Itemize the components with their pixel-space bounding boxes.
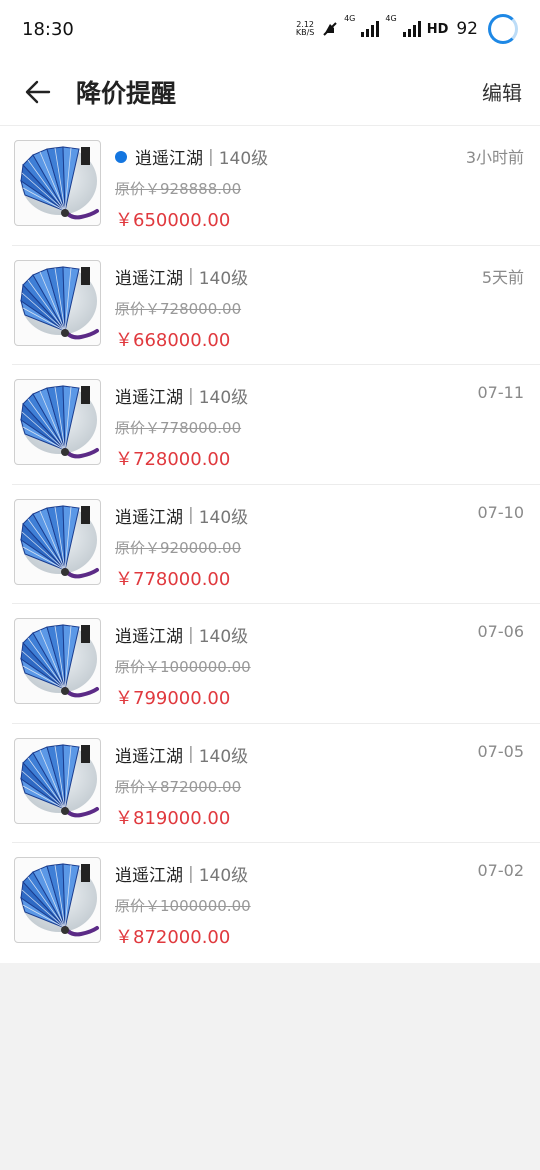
item-name: 逍遥江湖	[115, 388, 183, 408]
item-separator: |	[188, 624, 194, 645]
status-bar: 18:30 2.12 KB/S 4G 4G HD 92	[0, 0, 540, 58]
page-title: 降价提醒	[76, 78, 177, 108]
item-thumbnail	[14, 498, 101, 585]
item-name: 逍遥江湖	[115, 746, 183, 767]
item-level: 140级	[198, 746, 249, 767]
fan-weapon-image	[20, 385, 99, 459]
item-title-row: 逍遥江湖 | 140级	[115, 503, 248, 528]
item-time: 07-06	[477, 622, 525, 641]
item-level: 140级	[198, 268, 249, 289]
item-thumbnail	[14, 737, 101, 824]
item-current-price: ￥872000.00	[115, 927, 231, 948]
fan-weapon-image	[20, 743, 99, 817]
item-name: 逍遥江湖	[135, 149, 203, 169]
item-thumbnail	[14, 379, 101, 465]
list-item[interactable]: 逍遥江湖 | 140级 07-11 原价￥778000.00 ￥728000.0…	[12, 365, 540, 485]
item-current-price: ￥668000.00	[115, 329, 231, 351]
list-item[interactable]: 逍遥江湖 | 140级 07-05 原价￥872000.00 ￥819000.0…	[12, 724, 540, 843]
item-original-price: 原价￥1000000.00	[115, 658, 251, 676]
fan-weapon-image	[20, 863, 99, 937]
item-level: 140级	[198, 627, 249, 647]
item-title-row: 逍遥江湖 | 140级	[115, 383, 249, 409]
signal-icon	[402, 21, 421, 37]
fan-weapon-image	[20, 265, 99, 339]
item-current-price: ￥778000.00	[115, 568, 231, 590]
battery-level: 92	[456, 19, 478, 39]
signal-icon	[361, 21, 380, 37]
item-separator: |	[188, 744, 194, 764]
back-button[interactable]	[8, 62, 68, 122]
list-item[interactable]: 逍遥江湖 | 140级 3小时前 原价￥928888.00 ￥650000.00	[12, 126, 540, 246]
fan-weapon-image	[20, 624, 99, 698]
item-original-price: 原价￥728000.00	[115, 299, 242, 318]
mute-icon	[323, 22, 337, 36]
network-speed-unit: KB/S	[295, 28, 315, 37]
item-name: 逍遥江湖	[115, 627, 183, 647]
item-original-price: 原价￥928888.00	[115, 180, 242, 198]
status-time: 18:30	[22, 18, 74, 40]
item-title-row: 逍遥江湖 | 140级	[115, 622, 249, 648]
item-time: 07-11	[477, 383, 525, 402]
list-item[interactable]: 逍遥江湖 | 140级 07-06 原价￥1000000.00 ￥799000.…	[12, 604, 540, 724]
battery-ring-icon	[488, 14, 518, 44]
network-speed: 2.12 KB/S	[294, 21, 316, 37]
item-separator: |	[188, 505, 194, 525]
list-item[interactable]: 逍遥江湖 | 140级 07-10 原价￥920000.00 ￥778000.0…	[12, 485, 540, 604]
item-thumbnail	[14, 618, 101, 704]
item-separator: |	[208, 146, 214, 167]
item-original-price: 原价￥872000.00	[115, 777, 242, 796]
item-time: 07-02	[477, 861, 525, 880]
app-header: 降价提醒 编辑	[0, 58, 540, 126]
item-time: 07-10	[477, 502, 525, 522]
item-title-row: 逍遥江湖 | 140级	[115, 264, 248, 289]
item-current-price: ￥728000.00	[115, 449, 231, 470]
item-separator: |	[188, 266, 194, 286]
item-level: 140级	[198, 388, 249, 408]
item-thumbnail	[14, 259, 101, 346]
item-current-price: ￥799000.00	[115, 688, 231, 709]
item-thumbnail	[14, 140, 101, 226]
item-title-row: 逍遥江湖 | 140级	[115, 144, 268, 169]
unread-dot	[115, 150, 127, 163]
item-time: 3小时前	[465, 148, 524, 167]
item-name: 逍遥江湖	[115, 866, 183, 886]
item-level: 140级	[218, 149, 269, 169]
fan-weapon-image	[20, 504, 99, 578]
item-current-price: ￥819000.00	[115, 807, 231, 829]
item-title-row: 逍遥江湖 | 140级	[115, 861, 249, 887]
item-time: 07-05	[477, 741, 525, 761]
item-time: 5天前	[481, 267, 524, 287]
hd-badge: HD	[426, 21, 449, 37]
item-separator: |	[188, 385, 194, 406]
item-original-price: 原价￥778000.00	[115, 419, 242, 437]
item-level: 140级	[198, 507, 249, 528]
price-alert-list: 逍遥江湖 | 140级 3小时前 原价￥928888.00 ￥650000.00	[0, 126, 540, 963]
item-name: 逍遥江湖	[115, 507, 183, 528]
arrow-left-icon	[25, 80, 51, 103]
network-type-label-2: 4G	[385, 14, 397, 23]
network-type-label-1: 4G	[344, 14, 356, 23]
edit-button[interactable]: 编辑	[482, 77, 522, 106]
item-original-price: 原价￥1000000.00	[115, 897, 251, 915]
status-icons: 2.12 KB/S 4G 4G HD 92	[294, 14, 518, 44]
item-separator: |	[188, 863, 194, 884]
fan-weapon-image	[20, 146, 99, 220]
item-current-price: ￥650000.00	[115, 210, 231, 231]
list-item[interactable]: 逍遥江湖 | 140级 07-02 原价￥1000000.00 ￥872000.…	[12, 843, 540, 963]
item-original-price: 原价￥920000.00	[115, 538, 242, 557]
item-level: 140级	[198, 866, 249, 886]
list-item[interactable]: 逍遥江湖 | 140级 5天前 原价￥728000.00 ￥668000.00	[12, 246, 540, 365]
item-thumbnail	[14, 857, 101, 943]
item-title-row: 逍遥江湖 | 140级	[115, 742, 248, 767]
item-name: 逍遥江湖	[115, 268, 183, 289]
